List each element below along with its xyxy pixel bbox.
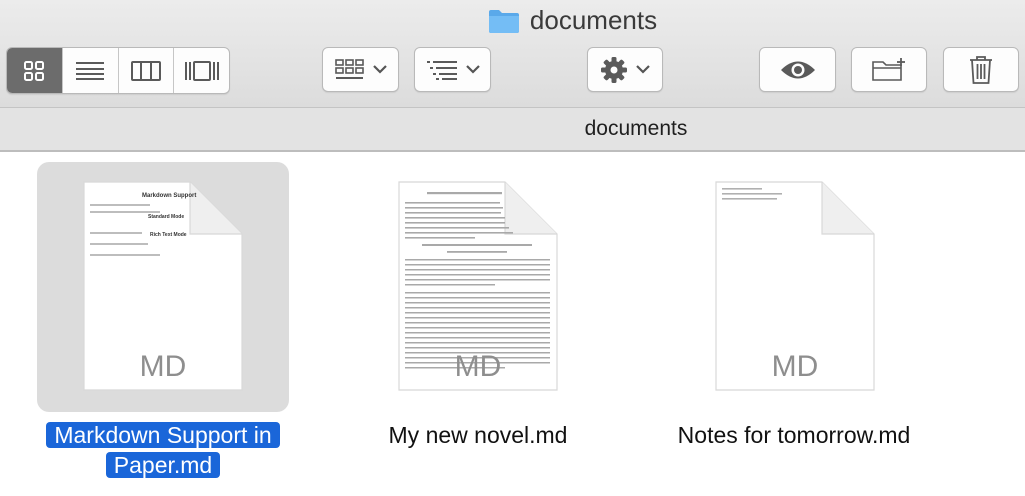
view-mode-control [6, 47, 230, 94]
trash-button[interactable] [943, 47, 1019, 92]
new-folder-button[interactable] [851, 47, 927, 92]
file-name-label: Notes for tomorrow.md [650, 420, 938, 450]
grid-icon [24, 60, 45, 81]
md-document-icon: MD [397, 180, 559, 392]
window-title-text: documents [529, 5, 658, 35]
file-name-text: Notes for tomorrow.md [677, 422, 911, 448]
folder-icon [488, 9, 519, 33]
view-icon-button[interactable] [7, 48, 63, 93]
quick-look-button[interactable] [759, 47, 836, 92]
file-extension-label: MD [139, 350, 187, 383]
file-extension-label: MD [771, 350, 819, 383]
group-icon [334, 58, 364, 79]
preview-heading: Markdown Support [142, 193, 197, 199]
file-name-line1: Markdown Support in [46, 422, 280, 448]
file-name-text: My new novel.md [388, 422, 568, 448]
md-document-icon: Markdown Support Standard Mode Rich Text… [82, 180, 244, 392]
group-button[interactable] [322, 47, 399, 92]
window-title: documents [0, 5, 1025, 36]
trash-icon [970, 55, 992, 84]
gallery-icon [184, 60, 219, 81]
view-column-button[interactable] [119, 48, 175, 93]
md-document-icon: MD [714, 180, 876, 392]
file-extension-label: MD [454, 350, 502, 383]
gear-icon [601, 56, 627, 83]
sort-icon [426, 60, 457, 80]
chevron-down-icon [465, 65, 480, 74]
path-bar-current: documents [584, 117, 688, 140]
file-name-line2: Paper.md [105, 452, 221, 478]
preview-section-rich: Rich Text Mode [150, 232, 187, 238]
action-button[interactable] [587, 47, 663, 92]
new-folder-icon [872, 57, 905, 81]
path-bar: documents [0, 108, 1025, 152]
chevron-down-icon [372, 65, 387, 74]
toolbar: documents [0, 0, 1025, 108]
sort-button[interactable] [414, 47, 491, 92]
preview-section-standard: Standard Mode [148, 214, 185, 220]
file-name-label: Markdown Support in Paper.md [20, 420, 306, 480]
view-list-button[interactable] [63, 48, 119, 93]
chevron-down-icon [636, 65, 650, 74]
list-icon [76, 61, 105, 80]
file-name-label: My new novel.md [330, 420, 626, 450]
view-gallery-button[interactable] [174, 48, 229, 93]
eye-icon [780, 61, 815, 78]
columns-icon [130, 60, 161, 81]
